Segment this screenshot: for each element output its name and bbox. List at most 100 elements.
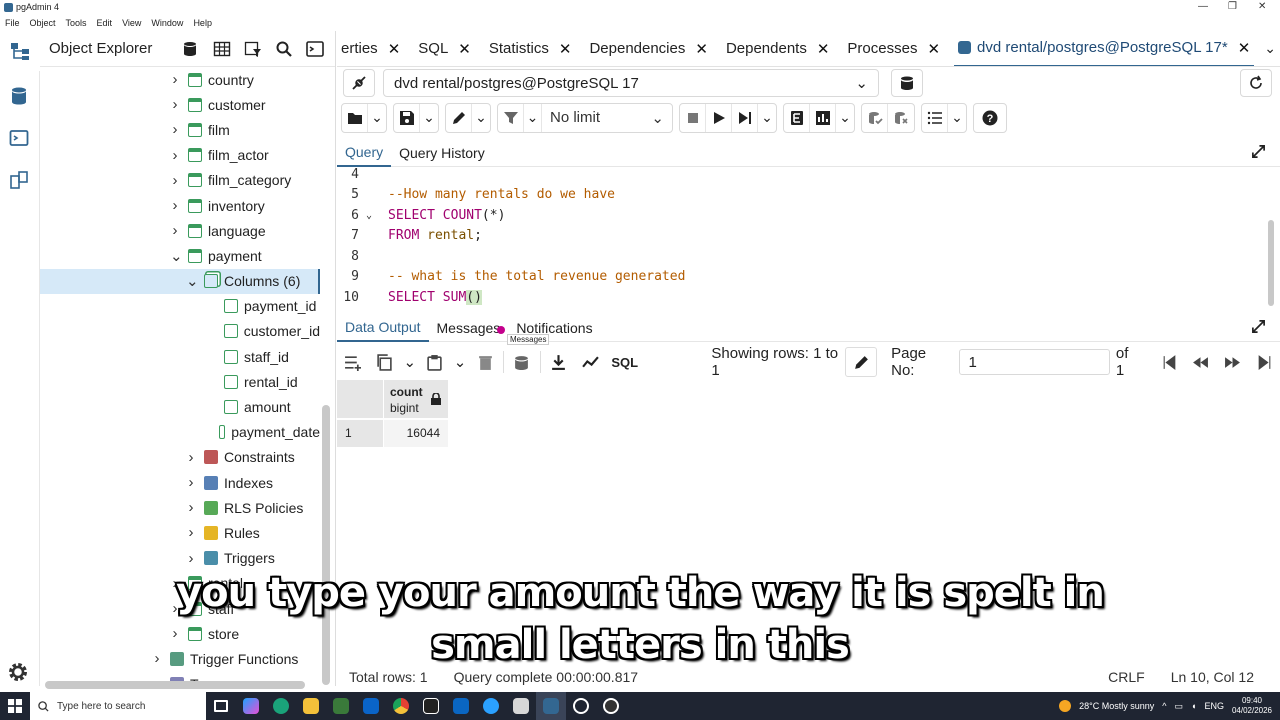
help-icon[interactable]: ? — [974, 104, 1006, 132]
filter-icon[interactable] — [498, 103, 524, 132]
explain-dropdown-icon[interactable]: ⌄ — [836, 104, 854, 132]
tree-node[interactable]: ⌄ Columns (6) — [40, 268, 320, 294]
execute-dropdown-icon[interactable]: ⌄ — [758, 104, 776, 132]
previous-page-icon[interactable] — [1185, 347, 1217, 377]
save-dropdown-icon[interactable]: ⌄ — [420, 104, 438, 132]
copilot-icon[interactable] — [236, 692, 266, 720]
chevron-down-icon[interactable]: ⌄ — [170, 247, 183, 265]
tree-node[interactable]: › Triggers — [40, 546, 320, 571]
query-tool-icon[interactable] — [175, 35, 206, 63]
menu-item-object[interactable]: Object — [30, 18, 56, 28]
paste-icon[interactable] — [419, 347, 451, 377]
execute-play-icon[interactable] — [706, 103, 732, 132]
chevron-down-icon[interactable]: ⌄ — [186, 272, 199, 290]
last-page-icon[interactable] — [1248, 347, 1280, 377]
menu-item-view[interactable]: View — [122, 18, 141, 28]
rollback-icon[interactable] — [888, 104, 914, 132]
menu-item-tools[interactable]: Tools — [66, 18, 87, 28]
copy-icon[interactable] — [369, 347, 401, 377]
chevron-right-icon[interactable]: › — [170, 172, 180, 189]
explorer-horizontal-scrollbar[interactable] — [45, 681, 305, 689]
tree-node[interactable]: customer_id — [40, 319, 320, 344]
editor-line[interactable]: 10 SELECT SUM() — [337, 287, 1257, 307]
tree-node[interactable]: › film_category — [40, 168, 320, 193]
delete-icon[interactable] — [469, 347, 501, 377]
tree-node[interactable]: › language — [40, 218, 320, 243]
page-number-input[interactable]: 1 — [959, 349, 1110, 375]
chevron-right-icon[interactable]: › — [170, 96, 180, 113]
capcut-icon[interactable] — [416, 692, 446, 720]
chevron-right-icon[interactable]: › — [170, 147, 180, 164]
editor-line[interactable]: 6 ⌄ SELECT COUNT(*) — [337, 205, 1257, 225]
linkedin-icon[interactable] — [446, 692, 476, 720]
next-page-icon[interactable] — [1217, 347, 1249, 377]
close-tab-icon[interactable]: ✕ — [1238, 39, 1251, 57]
outlook-icon[interactable] — [356, 692, 386, 720]
close-tab-icon[interactable]: ✕ — [817, 40, 830, 58]
chevron-right-icon[interactable]: › — [170, 121, 180, 138]
copy-dropdown-icon[interactable]: ⌄ — [400, 347, 419, 377]
chevron-right-icon[interactable]: › — [186, 474, 196, 491]
tree-node[interactable]: staff_id — [40, 344, 320, 369]
tab-sql[interactable]: SQL ✕ — [414, 31, 475, 66]
commit-icon[interactable] — [862, 103, 888, 132]
chevron-right-icon[interactable]: › — [170, 197, 180, 214]
tree-node[interactable]: amount — [40, 394, 320, 419]
tree-node[interactable]: › customer — [40, 92, 320, 117]
task-view-icon[interactable] — [206, 692, 236, 720]
tree-node[interactable]: ⌄ payment — [40, 243, 320, 268]
terminal-rail-icon[interactable] — [8, 127, 30, 149]
close-tab-icon[interactable]: ✕ — [458, 40, 471, 58]
tab-query-history[interactable]: Query History — [391, 140, 493, 167]
macros-list-icon[interactable] — [922, 103, 948, 132]
chevron-right-icon[interactable]: › — [170, 71, 180, 88]
chevron-right-icon[interactable]: › — [170, 222, 180, 239]
close-tab-icon[interactable]: ✕ — [388, 40, 401, 58]
tabs-overflow-icon[interactable]: ⌄ — [1264, 40, 1276, 57]
menu-item-edit[interactable]: Edit — [97, 18, 113, 28]
view-data-icon[interactable] — [206, 35, 237, 63]
first-page-icon[interactable] — [1153, 347, 1185, 377]
close-tab-icon[interactable]: ✕ — [559, 40, 572, 58]
sql-editor[interactable]: 4 5 --How many rentals do we have 6 ⌄ SELECT … — [337, 168, 1280, 310]
schema-diff-rail-icon[interactable] — [8, 169, 30, 191]
maximize-output-icon[interactable] — [1251, 319, 1266, 337]
tree-node[interactable]: › RLS Policies — [40, 495, 320, 520]
editor-line[interactable]: 5 --How many rentals do we have — [337, 185, 1257, 205]
chatgpt-icon[interactable] — [566, 692, 596, 720]
execute-script-icon[interactable] — [732, 103, 758, 132]
chevron-right-icon[interactable]: › — [186, 499, 196, 516]
editor-scrollbar[interactable] — [1268, 220, 1274, 306]
network-icon[interactable]: ▭ — [1174, 701, 1183, 712]
new-connection-icon[interactable] — [891, 69, 923, 97]
macros-dropdown-icon[interactable]: ⌄ — [948, 104, 966, 132]
download-icon[interactable] — [543, 347, 575, 377]
chrome-icon[interactable] — [386, 692, 416, 720]
menu-item-window[interactable]: Window — [151, 18, 183, 28]
open-file-icon[interactable] — [342, 103, 368, 132]
taskbar-search[interactable]: Type here to search — [30, 692, 206, 720]
close-window-icon[interactable]: ✕ — [1258, 1, 1266, 12]
tab-dependencies[interactable]: Dependencies ✕ — [585, 31, 711, 66]
volume-icon[interactable]: ◖ — [1191, 701, 1196, 711]
clock[interactable]: 09:40 04/02/2026 — [1232, 696, 1272, 716]
add-row-icon[interactable] — [337, 347, 369, 377]
windows-start-icon[interactable] — [0, 692, 30, 720]
tree-node[interactable]: rental_id — [40, 369, 320, 394]
paste-dropdown-icon[interactable]: ⌄ — [451, 347, 470, 377]
tree-node[interactable]: › country — [40, 67, 320, 92]
tray-chevron-icon[interactable]: ^ — [1162, 701, 1166, 711]
connection-select[interactable]: dvd rental/postgres@PostgreSQL 17 ⌄ — [383, 69, 879, 97]
filter-dropdown-icon[interactable]: ⌄ — [524, 103, 542, 132]
tab-erties[interactable]: erties ✕ — [337, 31, 404, 66]
search-icon[interactable] — [268, 35, 299, 63]
chevron-right-icon[interactable]: › — [186, 524, 196, 541]
minimize-icon[interactable]: — — [1198, 1, 1208, 12]
language-indicator[interactable]: ENG — [1204, 701, 1224, 711]
refresh-icon[interactable] — [1240, 69, 1272, 97]
tree-node[interactable]: payment_id — [40, 294, 320, 319]
chevron-right-icon[interactable]: › — [186, 449, 196, 466]
app-icon[interactable] — [596, 692, 626, 720]
menu-item-help[interactable]: Help — [193, 18, 212, 28]
tree-node[interactable]: › film_actor — [40, 143, 320, 168]
